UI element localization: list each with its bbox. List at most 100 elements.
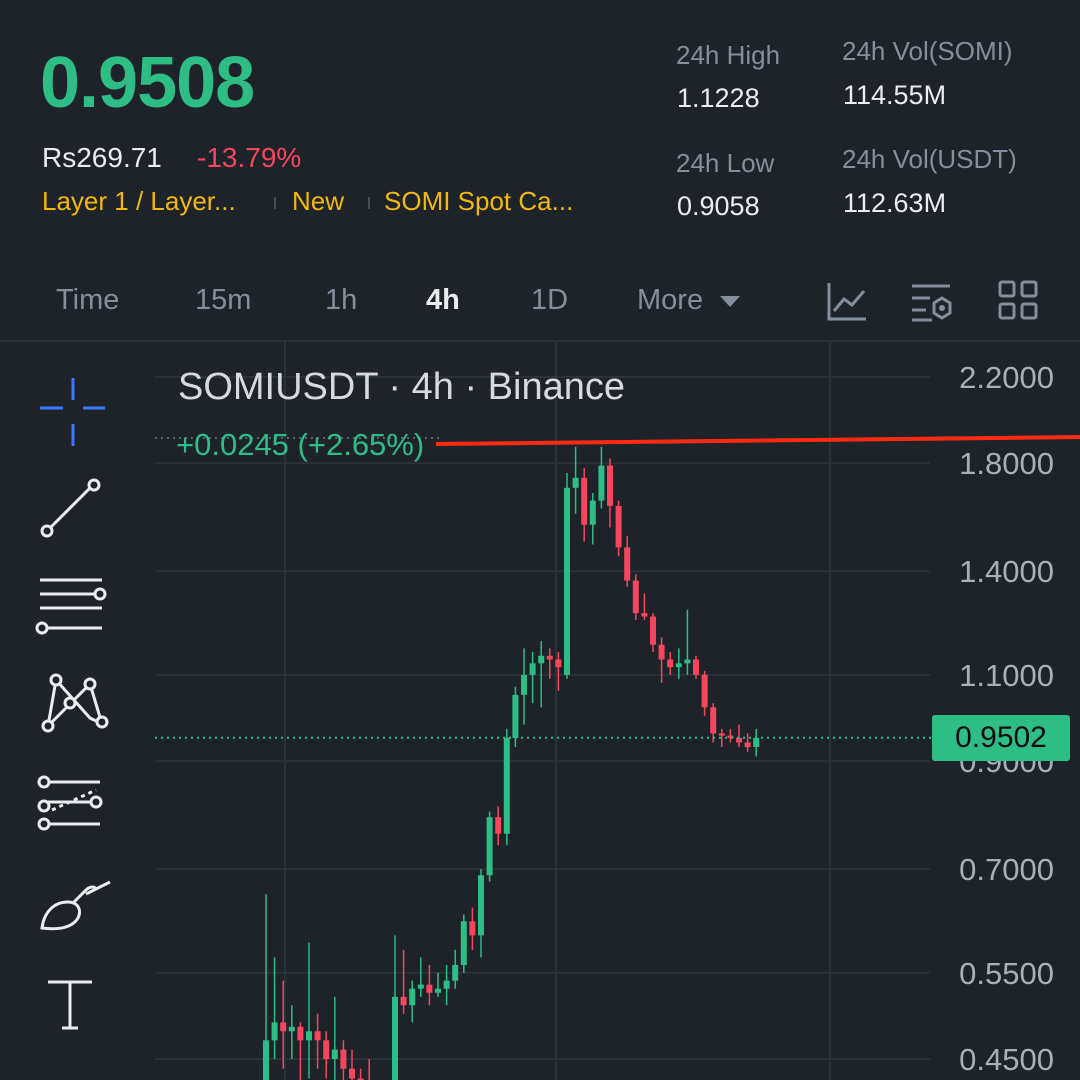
candle-body xyxy=(452,965,459,981)
candle-body xyxy=(555,659,562,668)
brush-icon[interactable] xyxy=(30,872,116,952)
low-value: 0.9058 xyxy=(677,191,760,221)
candle-body xyxy=(650,616,656,645)
candle-body xyxy=(271,1022,278,1041)
candle-body xyxy=(417,984,424,989)
interval-tabs: Time 15m 1h 4h 1D More xyxy=(0,262,1080,342)
y-axis-tick-label: 1.1000 xyxy=(959,658,1054,693)
candle-body xyxy=(607,465,613,506)
last-price: 0.9508 xyxy=(40,43,255,123)
tab-4h[interactable]: 4h xyxy=(426,284,460,317)
candle-body xyxy=(521,674,527,695)
candle-body xyxy=(288,1026,295,1032)
candle-body xyxy=(701,674,708,708)
vol-base-value: 114.55M xyxy=(843,80,947,110)
tab-1h[interactable]: 1h xyxy=(325,284,357,317)
candle-body xyxy=(581,477,588,525)
drawing-toolbar xyxy=(0,342,150,1080)
fib-retracement-icon[interactable] xyxy=(30,772,116,852)
candle-body xyxy=(615,505,622,548)
low-label: 24h Low xyxy=(676,148,775,178)
chart-canvas[interactable]: 2.20001.80001.40001.10000.90000.70000.55… xyxy=(0,342,1080,1080)
price-change-percent: -13.79% xyxy=(197,142,302,173)
candle-body xyxy=(323,1040,330,1059)
candle-body xyxy=(297,1026,304,1041)
candlestick-chart[interactable]: 2.2000 1.8000 1.4000 1.1000 0.9000 0.7000 0.55… xyxy=(0,342,1080,1080)
candle-body xyxy=(641,613,648,617)
candle-body xyxy=(349,1068,355,1079)
vol-quote-value: 112.63M xyxy=(843,188,947,218)
candle-body xyxy=(306,1031,312,1041)
candle-body xyxy=(340,1049,347,1069)
candle-body xyxy=(263,1040,269,1080)
chart-change-label: +0.0245 (+2.65%) xyxy=(176,427,425,462)
last-price-tag: 0.9502 xyxy=(932,715,1070,761)
candle-body xyxy=(435,988,441,993)
candle-body xyxy=(675,663,682,668)
candle-body xyxy=(684,659,691,664)
tag-new[interactable]: New xyxy=(292,186,344,217)
candle-body xyxy=(469,921,476,936)
y-axis-tick-label: 0.4500 xyxy=(959,1042,1054,1077)
y-axis-tick-label: 0.7000 xyxy=(959,852,1054,887)
layout-grid-icon[interactable] xyxy=(998,280,1038,320)
candle-body xyxy=(718,733,725,736)
candle-body xyxy=(564,487,570,675)
candle-body xyxy=(624,547,631,581)
pattern-icon[interactable] xyxy=(30,670,116,750)
text-tool-icon[interactable] xyxy=(30,972,116,1052)
horizontal-lines-icon[interactable] xyxy=(30,570,116,650)
y-axis-tick-label: 0.5500 xyxy=(959,956,1054,991)
candle-body xyxy=(572,477,579,488)
candle-body xyxy=(280,1022,287,1032)
candle-body xyxy=(538,655,545,664)
candle-body xyxy=(598,465,605,501)
y-axis-tick-label: 2.2000 xyxy=(959,360,1054,395)
tag-category[interactable]: Layer 1 / Layer... xyxy=(42,186,236,217)
candle-body xyxy=(512,694,519,738)
candle-body xyxy=(546,655,553,660)
caret-down-icon xyxy=(720,296,741,308)
vol-quote-label: 24h Vol(USDT) xyxy=(842,144,1017,174)
candle-body xyxy=(478,875,484,936)
tab-15m[interactable]: 15m xyxy=(195,284,251,317)
candle-body xyxy=(331,1049,338,1059)
tag-separator xyxy=(274,197,276,209)
candle-body xyxy=(753,737,760,748)
candle-body xyxy=(314,1031,321,1041)
fiat-price: Rs269.71 xyxy=(42,142,162,173)
candle-body xyxy=(693,659,699,675)
high-label: 24h High xyxy=(676,40,781,70)
candle-body xyxy=(460,921,467,966)
candle-body xyxy=(589,500,596,525)
tab-time[interactable]: Time xyxy=(56,284,119,317)
tag-spot-campaign[interactable]: SOMI Spot Ca... xyxy=(384,186,573,217)
y-axis-tick-label: 1.4000 xyxy=(959,554,1054,589)
candle-body xyxy=(426,984,433,993)
trend-line-icon[interactable] xyxy=(30,472,116,552)
vol-base-label: 24h Vol(SOMI) xyxy=(842,36,1013,66)
tag-separator xyxy=(368,197,370,209)
candle-body xyxy=(710,707,717,734)
tab-1d[interactable]: 1D xyxy=(531,284,568,317)
candle-body xyxy=(400,996,407,1006)
chart-settings-icon[interactable] xyxy=(910,280,954,324)
candle-body xyxy=(392,996,398,1080)
candle-body xyxy=(667,659,674,668)
candle-body xyxy=(486,817,493,876)
y-axis-tick-label: 1.8000 xyxy=(959,446,1054,481)
indicator-chart-icon[interactable] xyxy=(826,280,868,322)
drawn-horizontal-line xyxy=(435,435,1080,447)
chart-title: SOMIUSDT · 4h · Binance xyxy=(178,366,626,408)
candle-body xyxy=(495,817,502,834)
tab-more-label: More xyxy=(637,284,704,316)
candle-body xyxy=(443,980,450,989)
candle-body xyxy=(658,644,665,660)
candle-body xyxy=(632,580,639,614)
candle-body xyxy=(503,737,510,834)
candle-body xyxy=(409,988,416,1006)
tab-more[interactable]: More xyxy=(637,284,741,317)
candle-body xyxy=(744,742,751,748)
crosshair-icon[interactable] xyxy=(30,372,116,452)
ticker-header: 0.9508 Rs269.71 -13.79% Layer 1 / Layer.… xyxy=(0,0,1080,250)
